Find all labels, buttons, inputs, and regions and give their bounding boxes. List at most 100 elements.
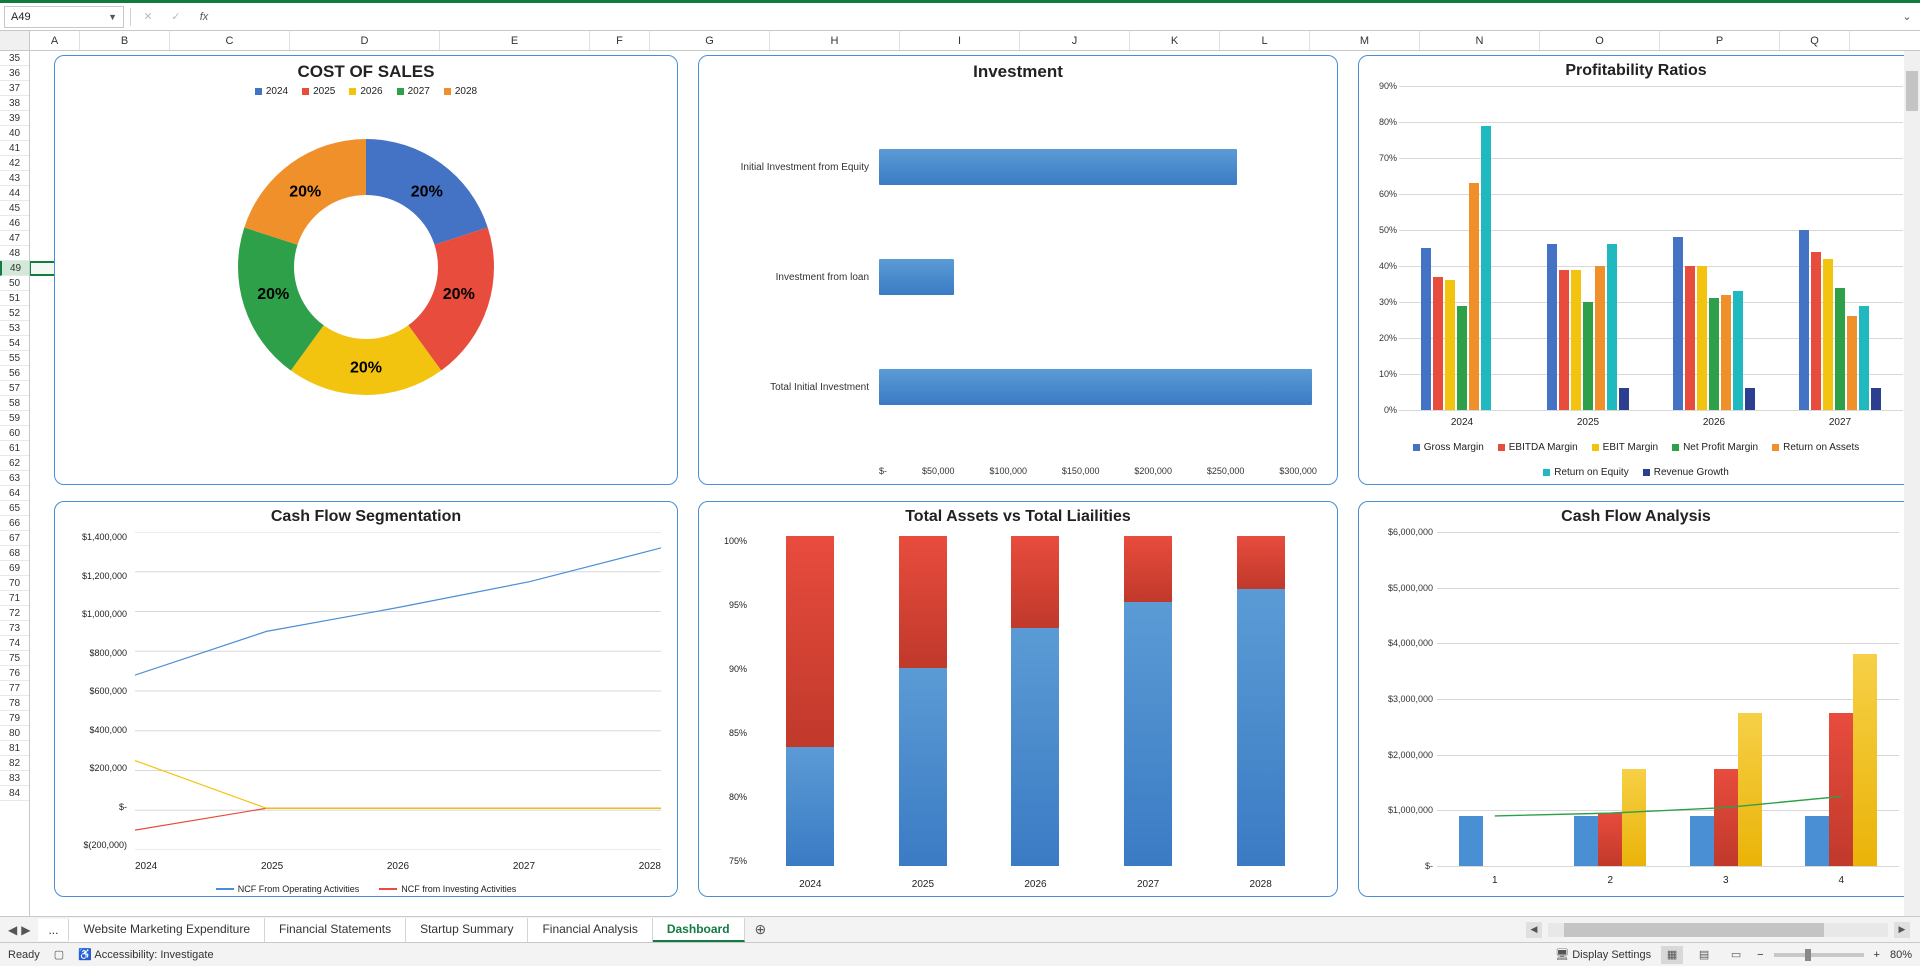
row-header[interactable]: 68 [0,546,29,561]
column-header[interactable]: H [770,31,900,50]
row-header[interactable]: 75 [0,651,29,666]
row-header[interactable]: 36 [0,66,29,81]
display-settings-button[interactable]: 🖥 Display Settings [1555,948,1651,961]
macro-record-icon[interactable]: ▢ [54,948,64,961]
name-box[interactable]: A49 ▼ [4,6,124,28]
column-header[interactable]: O [1540,31,1660,50]
row-header[interactable]: 39 [0,111,29,126]
row-header[interactable]: 74 [0,636,29,651]
row-header[interactable]: 46 [0,216,29,231]
view-page-break-icon[interactable]: ▭ [1725,946,1747,964]
zoom-slider[interactable] [1774,953,1864,957]
hscroll-left-icon[interactable]: ◀ [1526,922,1542,938]
zoom-in-button[interactable]: + [1874,949,1880,961]
chart-investment[interactable]: Investment Initial Investment from Equit… [698,55,1338,485]
row-header[interactable]: 43 [0,171,29,186]
column-header[interactable]: A [30,31,80,50]
row-header[interactable]: 69 [0,561,29,576]
row-header[interactable]: 78 [0,696,29,711]
row-header[interactable]: 63 [0,471,29,486]
column-header[interactable]: E [440,31,590,50]
column-header[interactable]: G [650,31,770,50]
row-header[interactable]: 72 [0,606,29,621]
view-page-layout-icon[interactable]: ▤ [1693,946,1715,964]
row-header[interactable]: 40 [0,126,29,141]
row-header[interactable]: 84 [0,786,29,801]
column-header[interactable]: L [1220,31,1310,50]
row-header[interactable]: 59 [0,411,29,426]
chart-cash-flow-segmentation[interactable]: Cash Flow Segmentation $1,400,000$1,200,… [54,501,678,897]
row-header[interactable]: 48 [0,246,29,261]
sheet-tab[interactable]: Website Marketing Expenditure [69,918,265,942]
zoom-out-button[interactable]: − [1757,949,1763,961]
tab-nav-prev-icon[interactable]: ◀ [8,923,17,937]
row-header[interactable]: 70 [0,576,29,591]
row-header[interactable]: 47 [0,231,29,246]
row-header[interactable]: 83 [0,771,29,786]
sheet-tab[interactable]: Financial Analysis [528,918,652,942]
column-header[interactable]: D [290,31,440,50]
row-header[interactable]: 38 [0,96,29,111]
hscroll-right-icon[interactable]: ▶ [1894,922,1910,938]
row-header[interactable]: 42 [0,156,29,171]
sheet-tab[interactable]: Financial Statements [265,918,406,942]
column-header[interactable]: C [170,31,290,50]
view-normal-icon[interactable]: ▦ [1661,946,1683,964]
sheet-tab[interactable]: Dashboard [653,918,745,942]
row-header[interactable]: 73 [0,621,29,636]
chart-assets-vs-liabilities[interactable]: Total Assets vs Total Liailities 100%95%… [698,501,1338,897]
row-header[interactable]: 53 [0,321,29,336]
row-header[interactable]: 51 [0,291,29,306]
tab-ellipsis[interactable]: ... [38,919,69,941]
row-header[interactable]: 82 [0,756,29,771]
row-header[interactable]: 71 [0,591,29,606]
fx-icon[interactable]: fx [193,6,215,28]
row-header[interactable]: 61 [0,441,29,456]
column-header[interactable]: B [80,31,170,50]
expand-formula-bar-icon[interactable]: ⌄ [1898,10,1916,23]
select-all-corner[interactable] [0,31,30,50]
column-header[interactable]: I [900,31,1020,50]
row-header[interactable]: 81 [0,741,29,756]
chart-profitability-ratios[interactable]: Profitability Ratios 0%10%20%30%40%50%60… [1358,55,1914,485]
formula-input[interactable] [221,6,1892,28]
sheet-canvas[interactable]: COST OF SALES 20242025202620272028 20% 2… [30,51,1920,916]
column-header[interactable]: K [1130,31,1220,50]
row-header[interactable]: 60 [0,426,29,441]
row-header[interactable]: 56 [0,366,29,381]
row-header[interactable]: 55 [0,351,29,366]
row-header[interactable]: 45 [0,201,29,216]
row-header[interactable]: 67 [0,531,29,546]
row-header[interactable]: 41 [0,141,29,156]
row-header[interactable]: 62 [0,456,29,471]
row-header[interactable]: 57 [0,381,29,396]
scrollbar-thumb[interactable] [1564,923,1824,937]
row-header[interactable]: 50 [0,276,29,291]
column-header[interactable]: P [1660,31,1780,50]
row-header[interactable]: 35 [0,51,29,66]
row-header[interactable]: 79 [0,711,29,726]
row-header[interactable]: 58 [0,396,29,411]
row-header[interactable]: 44 [0,186,29,201]
column-header[interactable]: F [590,31,650,50]
accept-formula-icon[interactable]: ✓ [165,6,187,28]
sheet-tab[interactable]: Startup Summary [406,918,528,942]
column-header[interactable]: Q [1780,31,1850,50]
vertical-scrollbar[interactable] [1904,51,1920,916]
row-header[interactable]: 66 [0,516,29,531]
cancel-formula-icon[interactable]: ✕ [137,6,159,28]
row-header[interactable]: 54 [0,336,29,351]
row-header[interactable]: 64 [0,486,29,501]
row-header[interactable]: 65 [0,501,29,516]
row-header[interactable]: 37 [0,81,29,96]
add-sheet-button[interactable]: ⊕ [745,921,777,938]
row-header[interactable]: 76 [0,666,29,681]
row-header[interactable]: 49 [0,261,29,276]
row-header[interactable]: 77 [0,681,29,696]
row-header[interactable]: 80 [0,726,29,741]
tab-nav-next-icon[interactable]: ▶ [21,923,30,937]
chart-cash-flow-analysis[interactable]: Cash Flow Analysis $-$1,000,000$2,000,00… [1358,501,1914,897]
column-header[interactable]: J [1020,31,1130,50]
accessibility-status[interactable]: ♿ Accessibility: Investigate [78,948,213,961]
chart-cost-of-sales[interactable]: COST OF SALES 20242025202620272028 20% 2… [54,55,678,485]
